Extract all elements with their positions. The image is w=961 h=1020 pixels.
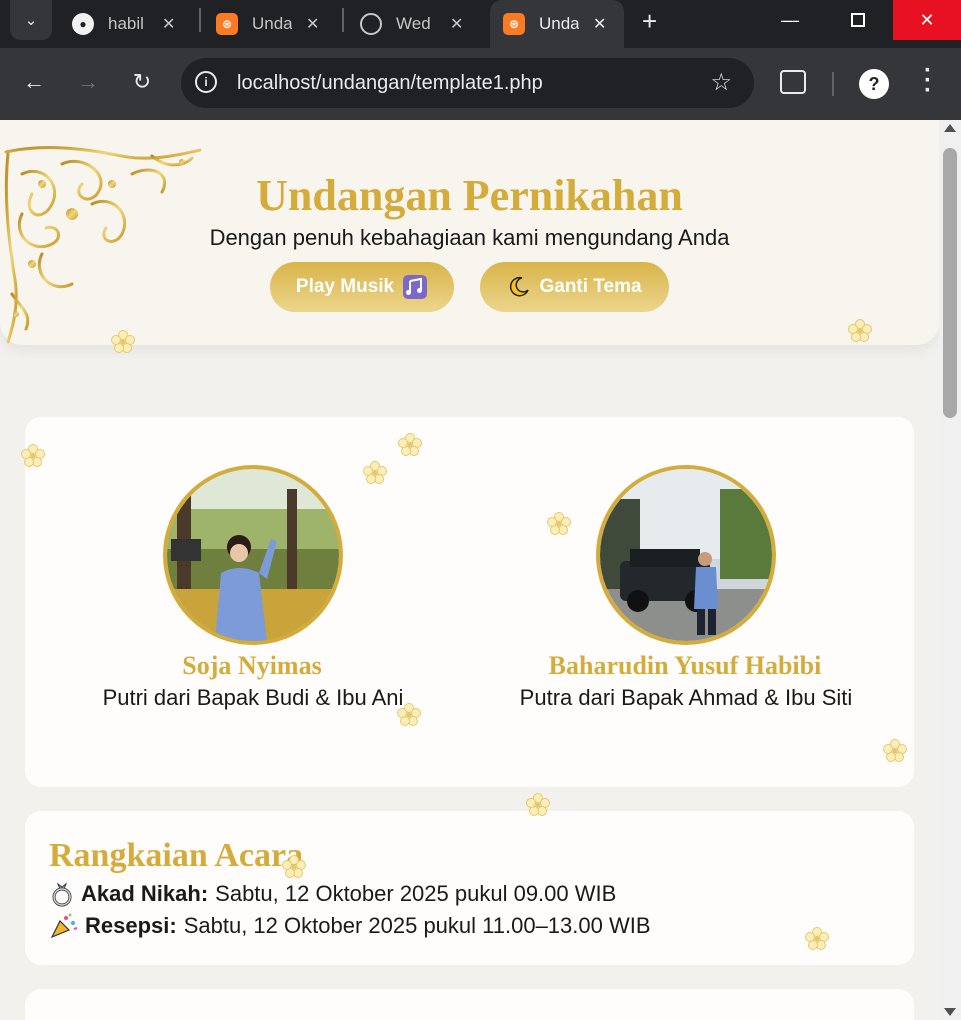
crescent-moon-icon [510, 276, 530, 297]
event-resepsi: Resepsi: Sabtu, 12 Oktober 2025 pukul 11… [49, 913, 651, 939]
flower-decoration-icon [397, 703, 421, 726]
bookmark-star-icon[interactable]: ☆ [710, 68, 732, 97]
tab-search-button[interactable]: ⌄ [10, 0, 52, 40]
event-resepsi-detail: Sabtu, 12 Oktober 2025 pukul 11.00–13.00… [183, 913, 651, 938]
tab-undangan-1[interactable]: ⊛ Unda ✕ [216, 0, 334, 48]
reload-icon: ↻ [132, 69, 152, 94]
xampp-icon: ⊛ [503, 13, 525, 35]
bride-name: Soja Nyimas [182, 651, 322, 680]
minimize-icon: — [781, 9, 799, 30]
maximize-icon [851, 13, 865, 27]
tab-github[interactable]: ● habil ✕ [72, 0, 190, 48]
close-icon: ✕ [919, 9, 935, 30]
url-text[interactable]: localhost/undangan/template1.php [237, 72, 543, 95]
kebab-menu-icon[interactable]: · · · [918, 59, 938, 103]
minimize-button[interactable]: — [756, 0, 824, 40]
flower-decoration-icon [398, 433, 422, 456]
browser-toolbar: ← → ↻ i localhost/undangan/template1.php… [0, 48, 961, 120]
flower-decoration-icon [282, 855, 306, 878]
bride-parents: Putri dari Bapak Budi & Ibu Ani [102, 685, 404, 710]
tab-title: Unda [252, 14, 292, 33]
new-tab-button[interactable]: + [642, 6, 657, 37]
forward-button[interactable]: → [70, 64, 106, 100]
hero-subtitle: Dengan penuh kebahagiaan kami mengundang… [209, 225, 730, 250]
page-title: Undangan Pernikahan [256, 171, 683, 220]
tab-undangan-active[interactable]: ⊛ Unda ✕ [490, 0, 624, 48]
event-akad-label: Akad Nikah: [81, 881, 209, 906]
groom-parents: Putra dari Bapak Ahmad & Ibu Siti [519, 685, 853, 710]
play-music-label: Play Musik [295, 276, 395, 297]
page-viewport: Undangan Pernikahan Dengan penuh kebahag… [0, 120, 939, 1020]
browser-tab-bar: ⌄ ● habil ✕ ⊛ Unda ✕ Wed ✕ ⊛ Unda ✕ + — … [0, 0, 961, 48]
tab-divider [342, 8, 344, 32]
flower-decoration-icon [883, 739, 907, 762]
flower-decoration-icon [111, 330, 135, 353]
close-icon[interactable]: ✕ [162, 14, 175, 34]
couple-card: Soja Nyimas Putri dari Bapak Budi & Ibu … [25, 417, 914, 787]
event-resepsi-label: Resepsi: [85, 913, 177, 938]
toolbar-divider [832, 72, 834, 96]
music-note-icon [403, 275, 428, 299]
extensions-puzzle-icon[interactable] [780, 70, 806, 94]
scroll-down-arrow-icon[interactable] [944, 1008, 956, 1016]
play-music-button[interactable]: Play Musik [270, 262, 454, 312]
flower-decoration-icon [805, 927, 829, 950]
help-icon[interactable]: ? [859, 69, 889, 99]
globe-icon [360, 13, 382, 35]
hero-section: Undangan Pernikahan Dengan penuh kebahag… [0, 120, 939, 345]
event-akad-detail: Sabtu, 12 Oktober 2025 pukul 09.00 WIB [215, 881, 617, 906]
plus-icon: + [642, 6, 658, 36]
flower-decoration-icon [363, 461, 387, 484]
tab-divider [199, 8, 201, 32]
bride-photo [163, 465, 343, 645]
tab-title: Wed [396, 14, 431, 33]
maximize-button[interactable] [824, 0, 892, 40]
change-theme-button[interactable]: Ganti Tema [480, 262, 669, 312]
close-icon[interactable]: ✕ [450, 14, 463, 34]
reload-button[interactable]: ↻ [124, 64, 160, 100]
info-icon[interactable]: i [195, 71, 217, 93]
close-icon[interactable]: ✕ [593, 14, 606, 34]
tab-title: habil [108, 14, 144, 33]
arrow-left-icon: ← [23, 69, 45, 94]
arrow-right-icon: → [77, 69, 99, 94]
github-icon: ● [72, 13, 94, 35]
event-akad: Akad Nikah: Sabtu, 12 Oktober 2025 pukul… [49, 881, 616, 907]
groom-name: Baharudin Yusuf Habibi [548, 651, 822, 680]
tab-wedding[interactable]: Wed ✕ [360, 0, 478, 48]
flower-decoration-icon [547, 512, 571, 535]
scroll-up-arrow-icon[interactable] [944, 124, 956, 132]
page-scrollbar[interactable] [939, 120, 961, 1020]
back-button[interactable]: ← [16, 64, 52, 100]
party-popper-icon [50, 913, 78, 939]
address-bar[interactable]: i localhost/undangan/template1.php ☆ [181, 58, 754, 108]
tab-title: Unda [539, 14, 579, 33]
next-section-card [25, 989, 914, 1020]
close-icon[interactable]: ✕ [306, 14, 319, 34]
change-theme-label: Ganti Tema [539, 276, 642, 297]
events-title: Rangkaian Acara [49, 837, 304, 874]
xampp-icon: ⊛ [216, 13, 238, 35]
scrollbar-thumb[interactable] [943, 148, 957, 418]
chevron-down-icon: ⌄ [24, 12, 38, 29]
flower-decoration-icon [848, 319, 872, 342]
window-close-button[interactable]: ✕ [893, 0, 961, 40]
flower-decoration-icon [21, 444, 45, 467]
ring-icon [52, 882, 72, 907]
flower-decoration-icon [526, 793, 550, 816]
events-card: Rangkaian Acara Akad Nikah: Sabtu, 12 Ok… [25, 811, 914, 965]
groom-photo [596, 465, 776, 645]
